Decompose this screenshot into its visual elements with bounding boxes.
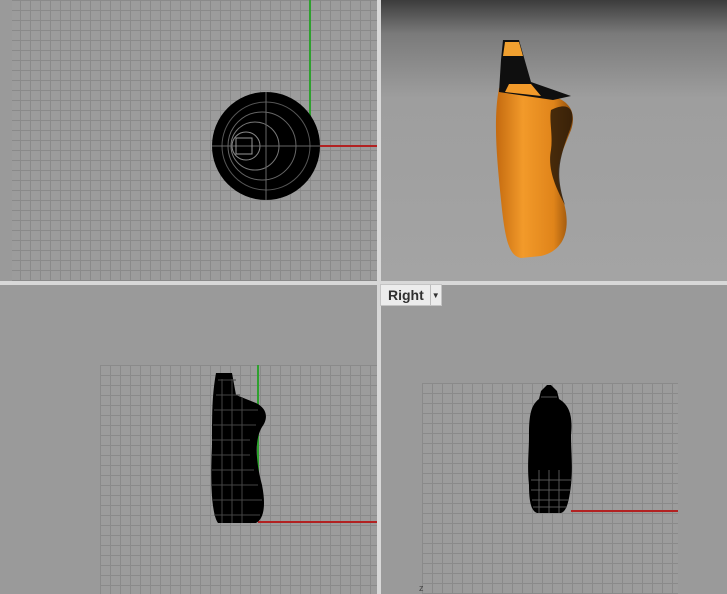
viewport-perspective[interactable] xyxy=(381,0,727,281)
viewport-tab-label[interactable]: Right xyxy=(381,285,430,305)
horizontal-divider[interactable] xyxy=(0,281,727,285)
viewport-front[interactable] xyxy=(0,285,377,594)
chevron-down-icon[interactable]: ▼ xyxy=(429,285,441,305)
axis-glyph-icon: z xyxy=(419,583,424,593)
bottle-right-wireframe-icon xyxy=(528,385,572,513)
top-view-canvas xyxy=(0,0,377,281)
viewport-top[interactable] xyxy=(0,0,377,281)
front-view-canvas xyxy=(211,365,377,523)
rendered-bottle-icon xyxy=(495,40,573,258)
viewport-tab-right[interactable]: Right ▼ xyxy=(380,284,442,306)
perspective-canvas xyxy=(495,40,573,258)
viewport-right[interactable]: z xyxy=(381,285,727,594)
bottle-top-wireframe-icon xyxy=(212,92,320,200)
right-view-canvas: z xyxy=(419,385,678,593)
top-view-margin xyxy=(0,0,12,281)
